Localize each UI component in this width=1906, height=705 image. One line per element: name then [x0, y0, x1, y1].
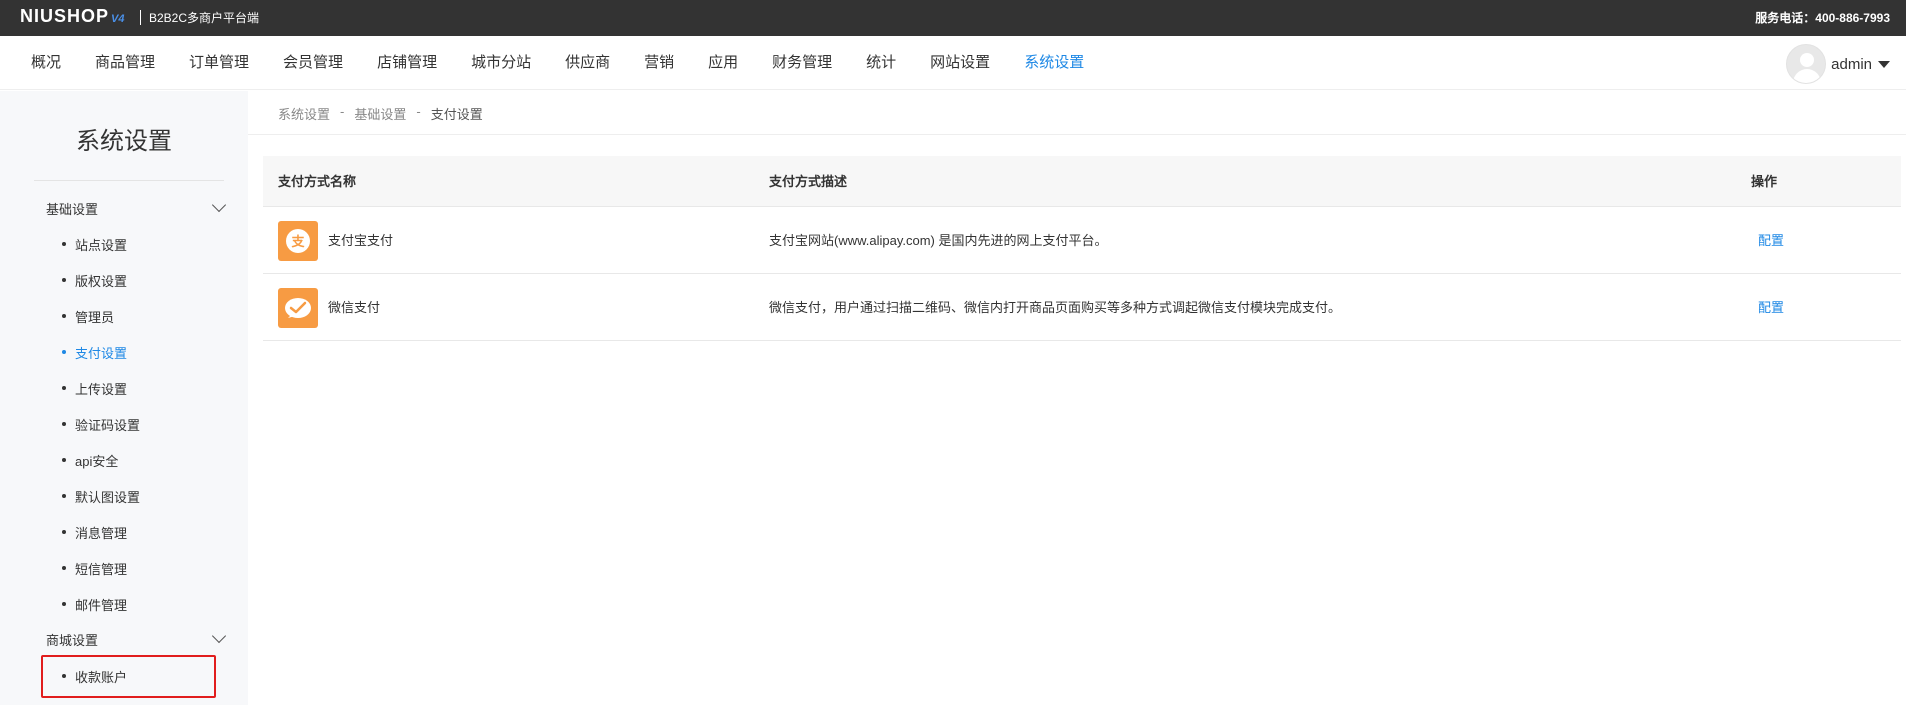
caret-down-icon[interactable]: [1878, 60, 1890, 68]
configure-link[interactable]: 配置: [1758, 274, 1784, 341]
nav-item-orders[interactable]: 订单管理: [172, 36, 266, 90]
sidebar-divider: [34, 180, 224, 181]
payment-name: 支付宝支付: [328, 233, 394, 248]
nav-item-apps[interactable]: 应用: [691, 36, 755, 90]
sidebar-item-site-settings[interactable]: 站点设置: [62, 234, 127, 254]
bullet-icon: [62, 278, 66, 282]
chevron-down-icon[interactable]: [211, 628, 227, 644]
nav-item-marketing[interactable]: 营销: [627, 36, 691, 90]
sidebar-item-administrators[interactable]: 管理员: [62, 306, 114, 326]
main-nav: 概况 商品管理 订单管理 会员管理 店铺管理 城市分站 供应商 营销 应用 财务…: [0, 36, 1906, 90]
breadcrumb-item-system-settings[interactable]: 系统设置: [278, 104, 330, 123]
svg-text:支: 支: [290, 234, 305, 250]
wechat-pay-icon: [278, 288, 318, 328]
bullet-icon: [62, 566, 66, 570]
nav-item-system-settings[interactable]: 系统设置: [1007, 36, 1101, 90]
sidebar-item-label: 版权设置: [75, 273, 128, 289]
table-row: 支 支付宝支付 支付宝网站(www.alipay.com) 是国内先进的网上支付…: [263, 207, 1901, 274]
nav-item-shops[interactable]: 店铺管理: [360, 36, 454, 90]
breadcrumb-separator: -: [416, 104, 421, 119]
chevron-down-icon[interactable]: [211, 197, 227, 213]
nav-item-website-settings[interactable]: 网站设置: [913, 36, 1007, 90]
bullet-icon: [62, 422, 66, 426]
breadcrumb-item-payment-settings: 支付设置: [430, 107, 483, 122]
nav-item-statistics[interactable]: 统计: [849, 36, 913, 90]
sidebar-item-copyright-settings[interactable]: 版权设置: [62, 270, 127, 290]
platform-label: B2B2C多商户平台端: [149, 11, 260, 25]
niushop-logo[interactable]: NIUSHOP V4: [20, 6, 124, 28]
sidebar-item-sms-management[interactable]: 短信管理: [62, 558, 127, 578]
user-avatar-icon[interactable]: [1786, 44, 1827, 84]
bullet-icon: [62, 494, 66, 498]
sidebar-item-label: 支付设置: [75, 345, 128, 361]
sidebar-item-label: 站点设置: [75, 237, 128, 253]
logo-divider: [140, 10, 141, 25]
sidebar-item-upload-settings[interactable]: 上传设置: [62, 378, 127, 398]
payment-description: 支付宝网站(www.alipay.com) 是国内先进的网上支付平台。: [769, 233, 1108, 248]
sidebar-item-label: 管理员: [75, 309, 115, 325]
user-menu[interactable]: admin: [1786, 44, 1890, 84]
sidebar-item-label: api安全: [75, 453, 119, 469]
column-header-operation: 操作: [1751, 174, 1778, 189]
nav-item-products[interactable]: 商品管理: [78, 36, 172, 90]
bullet-icon: [62, 602, 66, 606]
sidebar-item-label: 短信管理: [75, 561, 128, 577]
highlight-box: [41, 655, 216, 698]
user-name[interactable]: admin: [1831, 56, 1872, 73]
sidebar-item-api-security[interactable]: api安全: [62, 450, 118, 470]
sidebar-item-label: 消息管理: [75, 525, 128, 541]
column-header-description: 支付方式描述: [769, 174, 848, 189]
nav-items: 概况 商品管理 订单管理 会员管理 店铺管理 城市分站 供应商 营销 应用 财务…: [14, 36, 1101, 90]
sidebar-title: 系统设置: [76, 128, 172, 155]
nav-item-members[interactable]: 会员管理: [266, 36, 360, 90]
sidebar-group-label: 基础设置: [46, 202, 99, 217]
nav-item-overview[interactable]: 概况: [14, 36, 78, 90]
sidebar-item-label: 默认图设置: [75, 489, 141, 505]
table-row: 微信支付 微信支付，用户通过扫描二维码、微信内打开商品页面购买等多种方式调起微信…: [263, 274, 1901, 341]
column-header-name: 支付方式名称: [278, 174, 357, 189]
alipay-icon: 支: [278, 221, 318, 261]
nav-item-finance[interactable]: 财务管理: [755, 36, 849, 90]
bullet-icon: [62, 458, 66, 462]
top-bar: NIUSHOP V4 B2B2C多商户平台端 服务电话：400-886-7993: [0, 0, 1906, 36]
sidebar-group-basic-settings[interactable]: 基础设置: [46, 197, 227, 219]
sidebar-item-payment-settings[interactable]: 支付设置: [62, 342, 127, 362]
configure-link[interactable]: 配置: [1758, 207, 1784, 274]
bullet-icon: [62, 314, 66, 318]
nav-item-city-branch[interactable]: 城市分站: [454, 36, 548, 90]
breadcrumb-item-basic-settings[interactable]: 基础设置: [354, 104, 406, 123]
payment-description: 微信支付，用户通过扫描二维码、微信内打开商品页面购买等多种方式调起微信支付模块完…: [769, 300, 1342, 315]
table-header: 支付方式名称 支付方式描述 操作: [263, 156, 1901, 207]
logo-text: NIUSHOP: [20, 6, 110, 26]
service-phone: 服务电话：400-886-7993: [1755, 11, 1890, 25]
breadcrumb-separator: -: [340, 104, 345, 119]
sidebar-item-label: 验证码设置: [75, 417, 141, 433]
sidebar-item-captcha-settings[interactable]: 验证码设置: [62, 414, 140, 434]
sidebar-item-message-management[interactable]: 消息管理: [62, 522, 127, 542]
sidebar-group-label: 商城设置: [46, 633, 99, 648]
sidebar-item-email-management[interactable]: 邮件管理: [62, 594, 127, 614]
logo-version: V4: [111, 13, 125, 25]
bullet-icon: [62, 386, 66, 390]
content-divider: [248, 134, 1906, 135]
breadcrumb: 系统设置 - 基础设置 - 支付设置: [278, 104, 483, 123]
bullet-icon: [62, 242, 66, 246]
sidebar-item-default-image[interactable]: 默认图设置: [62, 486, 140, 506]
bullet-icon: [62, 530, 66, 534]
sidebar-group-mall-settings[interactable]: 商城设置: [46, 628, 227, 650]
payment-name: 微信支付: [328, 300, 381, 315]
nav-item-supplier[interactable]: 供应商: [548, 36, 627, 90]
bullet-icon: [62, 350, 66, 354]
sidebar-item-label: 邮件管理: [75, 597, 128, 613]
payment-methods-table: 支付方式名称 支付方式描述 操作 支 支付宝支付 支付宝网站(www.alipa…: [263, 156, 1901, 341]
sidebar-item-label: 上传设置: [75, 381, 128, 397]
